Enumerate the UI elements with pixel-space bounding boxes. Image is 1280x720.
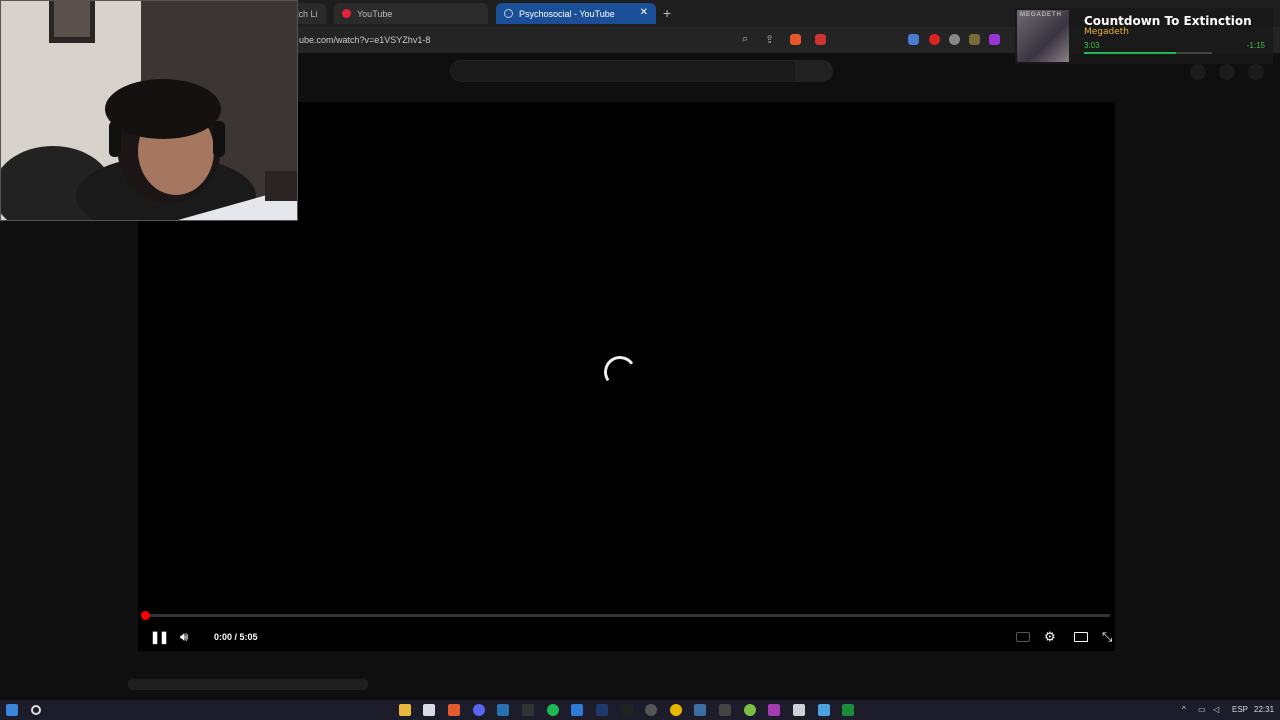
taskbar: ^ ▭ ◁ ESP 22:31 xyxy=(0,700,1280,720)
file-explorer-icon[interactable] xyxy=(399,704,411,716)
brave-browser-icon[interactable] xyxy=(448,704,460,716)
spotify-icon[interactable] xyxy=(547,704,559,716)
tab-label: Psychosocial - YouTube xyxy=(519,8,615,19)
close-tab-icon[interactable]: ✕ xyxy=(640,7,648,18)
track-artist: Megadeth xyxy=(1084,27,1130,37)
zoom-icon[interactable]: ⌕ xyxy=(742,33,748,46)
now-playing-widget: MEGADETH Countdown To Extinction Megadet… xyxy=(1015,8,1273,64)
tab-psychosocial[interactable]: Psychosocial - YouTube ✕ xyxy=(496,3,656,24)
captions-icon[interactable] xyxy=(1016,632,1030,642)
loading-icon xyxy=(504,9,513,18)
album-art-label: MEGADETH xyxy=(1020,12,1063,18)
brave-rewards-icon[interactable] xyxy=(815,34,826,45)
obs-icon[interactable] xyxy=(645,704,657,716)
volume-icon[interactable]: 🔊︎ xyxy=(180,627,188,647)
track-title: Countdown To Extinction xyxy=(1084,14,1252,28)
tab-youtube[interactable]: YouTube xyxy=(334,3,488,24)
pause-icon[interactable]: ❚❚ xyxy=(150,627,169,647)
track-remaining: -1:15 xyxy=(1246,41,1265,50)
app-icon-2[interactable] xyxy=(694,704,706,716)
vscode-icon[interactable] xyxy=(571,704,583,716)
tray-chevron-icon[interactable]: ^ xyxy=(1182,705,1186,714)
webcam-overlay xyxy=(0,0,298,221)
fullscreen-icon[interactable]: ⤡ xyxy=(1102,627,1112,647)
chrome-icon[interactable] xyxy=(670,704,682,716)
network-icon[interactable]: ▭ xyxy=(1198,705,1206,714)
extension-owl-icon[interactable] xyxy=(969,34,980,45)
excel-icon[interactable] xyxy=(842,704,854,716)
progress-bar[interactable] xyxy=(143,614,1110,617)
clock[interactable]: 22:31 xyxy=(1254,705,1274,714)
time-display: 0:00 / 5:05 xyxy=(214,632,258,642)
search-button[interactable] xyxy=(796,60,833,82)
calendar-icon[interactable] xyxy=(423,704,435,716)
title-placeholder xyxy=(128,679,368,690)
app-icon-4[interactable] xyxy=(744,704,756,716)
url-field[interactable]: ube.com/watch?v=e1VSYZhv1-8 xyxy=(296,31,808,49)
notifications-icon[interactable] xyxy=(1219,64,1235,80)
scrubber-handle[interactable] xyxy=(141,611,150,620)
track-progress-fill xyxy=(1084,52,1177,54)
extension-gray-icon[interactable] xyxy=(949,34,960,45)
speaker-icon[interactable]: ◁ xyxy=(1213,705,1219,714)
brave-shield-icon[interactable] xyxy=(790,34,801,45)
album-art: MEGADETH xyxy=(1017,10,1069,62)
search-icon[interactable] xyxy=(31,705,41,715)
app-icon-6[interactable] xyxy=(793,704,805,716)
tiktok-icon[interactable] xyxy=(621,704,633,716)
youtube-icon xyxy=(342,9,351,18)
windows-start-icon[interactable] xyxy=(6,704,18,716)
translate-icon[interactable] xyxy=(908,34,919,45)
language-indicator[interactable]: ESP xyxy=(1232,705,1248,714)
track-progress-bar xyxy=(1084,52,1212,54)
steam-icon[interactable] xyxy=(497,704,509,716)
tab-label: tch Li xyxy=(296,8,318,19)
extension-7tv-icon[interactable] xyxy=(989,34,1000,45)
create-icon[interactable] xyxy=(1190,64,1206,80)
app-icon[interactable] xyxy=(522,704,534,716)
share-icon[interactable]: ⇪ xyxy=(765,33,774,46)
tab-label: YouTube xyxy=(357,8,393,19)
discord-icon[interactable] xyxy=(473,704,485,716)
loading-spinner-icon xyxy=(601,353,639,391)
app-icon-7[interactable] xyxy=(818,704,830,716)
settings-gear-icon[interactable]: ⚙ xyxy=(1044,627,1056,647)
avatar[interactable] xyxy=(1248,64,1264,80)
photoshop-icon[interactable] xyxy=(596,704,608,716)
app-icon-3[interactable] xyxy=(719,704,731,716)
webcam-image xyxy=(1,1,297,220)
app-icon-5[interactable] xyxy=(768,704,780,716)
search-input[interactable] xyxy=(450,60,796,82)
extension-red-icon[interactable] xyxy=(929,34,940,45)
track-elapsed: 3:03 xyxy=(1084,41,1100,50)
theater-mode-icon[interactable] xyxy=(1074,632,1088,642)
player-controls: ❚❚ 🔊︎ 0:00 / 5:05 ⚙ ⤡ xyxy=(138,622,1115,652)
new-tab-button[interactable]: + xyxy=(663,5,671,21)
